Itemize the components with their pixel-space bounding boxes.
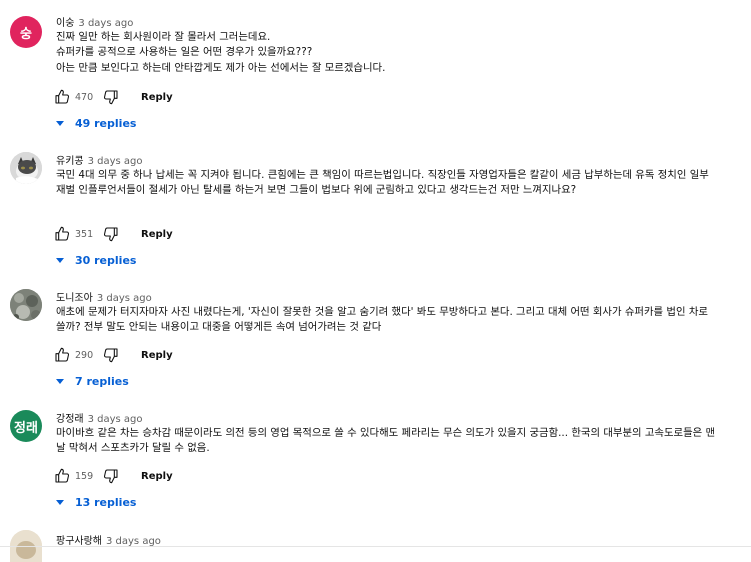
comment-header: 도니조아 3 days ago xyxy=(56,289,152,304)
comment-actions: 351 Reply xyxy=(52,224,173,244)
like-icon[interactable] xyxy=(52,345,72,365)
comment-timestamp[interactable]: 3 days ago xyxy=(97,293,152,304)
reply-button[interactable]: Reply xyxy=(141,229,173,240)
replies-count-label: 49 replies xyxy=(75,117,137,130)
comment-header: 이숭 3 days ago xyxy=(56,14,133,29)
dislike-icon[interactable] xyxy=(101,224,121,244)
comment-text: 국민 4대 의무 중 하나 납세는 꼭 지켜야 됩니다. 큰힘에는 큰 책임이 … xyxy=(56,169,709,197)
avatar-letter: 숭 xyxy=(20,26,32,42)
chevron-down-icon xyxy=(56,379,64,384)
view-replies-button[interactable]: 49 replies xyxy=(56,117,136,130)
comment-timestamp[interactable]: 3 days ago xyxy=(88,414,143,425)
comment-header: 팡구사랑해 3 days ago xyxy=(56,532,161,547)
like-icon[interactable] xyxy=(52,224,72,244)
like-count: 290 xyxy=(75,349,94,361)
comment-text: 애초에 문제가 터지자마자 사진 내렸다는게, '자신이 잘못한 것을 알고 숨… xyxy=(56,306,708,334)
reply-button[interactable]: Reply xyxy=(141,92,173,103)
like-icon[interactable] xyxy=(52,87,72,107)
comment-author[interactable]: 도니조아 xyxy=(56,293,93,304)
like-count: 470 xyxy=(75,91,94,103)
replies-count-label: 30 replies xyxy=(75,254,137,267)
comment-actions: 159 Reply xyxy=(52,466,173,486)
avatar-letter: 정래 xyxy=(14,420,38,436)
replies-count-label: 7 replies xyxy=(75,375,129,388)
comment-timestamp[interactable]: 3 days ago xyxy=(88,156,143,167)
comment-actions: 470 Reply xyxy=(52,87,173,107)
chevron-down-icon xyxy=(56,258,64,263)
view-replies-button[interactable]: 30 replies xyxy=(56,254,136,267)
chevron-down-icon xyxy=(56,121,64,126)
comment-actions: 290 Reply xyxy=(52,345,173,365)
cat-avatar-icon xyxy=(10,152,42,184)
like-count: 351 xyxy=(75,228,94,240)
comment-header: 유키콩 3 days ago xyxy=(56,152,143,167)
avatar[interactable]: 숭 xyxy=(10,16,42,48)
comment-timestamp[interactable]: 3 days ago xyxy=(78,18,133,29)
comment-header: 강정래 3 days ago xyxy=(56,410,143,425)
replies-count-label: 13 replies xyxy=(75,496,137,509)
bottom-divider xyxy=(0,546,751,547)
chevron-down-icon xyxy=(56,500,64,505)
reply-button[interactable]: Reply xyxy=(141,471,173,482)
avatar[interactable]: 정래 xyxy=(10,410,42,442)
dislike-icon[interactable] xyxy=(101,345,121,365)
pattern-avatar-icon xyxy=(10,289,42,321)
comment-author[interactable]: 이숭 xyxy=(56,18,74,29)
comment-text: 진짜 일만 하는 회사원이라 잘 몰라서 그러는데요. 슈퍼카를 공적으로 사용… xyxy=(56,31,386,74)
comment-author[interactable]: 유키콩 xyxy=(56,156,84,167)
avatar[interactable] xyxy=(10,152,42,184)
avatar[interactable] xyxy=(10,289,42,321)
view-replies-button[interactable]: 7 replies xyxy=(56,375,129,388)
comment-author[interactable]: 강정래 xyxy=(56,414,84,425)
like-count: 159 xyxy=(75,470,94,482)
like-icon[interactable] xyxy=(52,466,72,486)
comment-text: 마이바흐 같은 차는 승차감 때문이라도 의전 등의 영업 목적으로 쓸 수 있… xyxy=(56,427,716,455)
view-replies-button[interactable]: 13 replies xyxy=(56,496,136,509)
dislike-icon[interactable] xyxy=(101,87,121,107)
dislike-icon[interactable] xyxy=(101,466,121,486)
reply-button[interactable]: Reply xyxy=(141,350,173,361)
